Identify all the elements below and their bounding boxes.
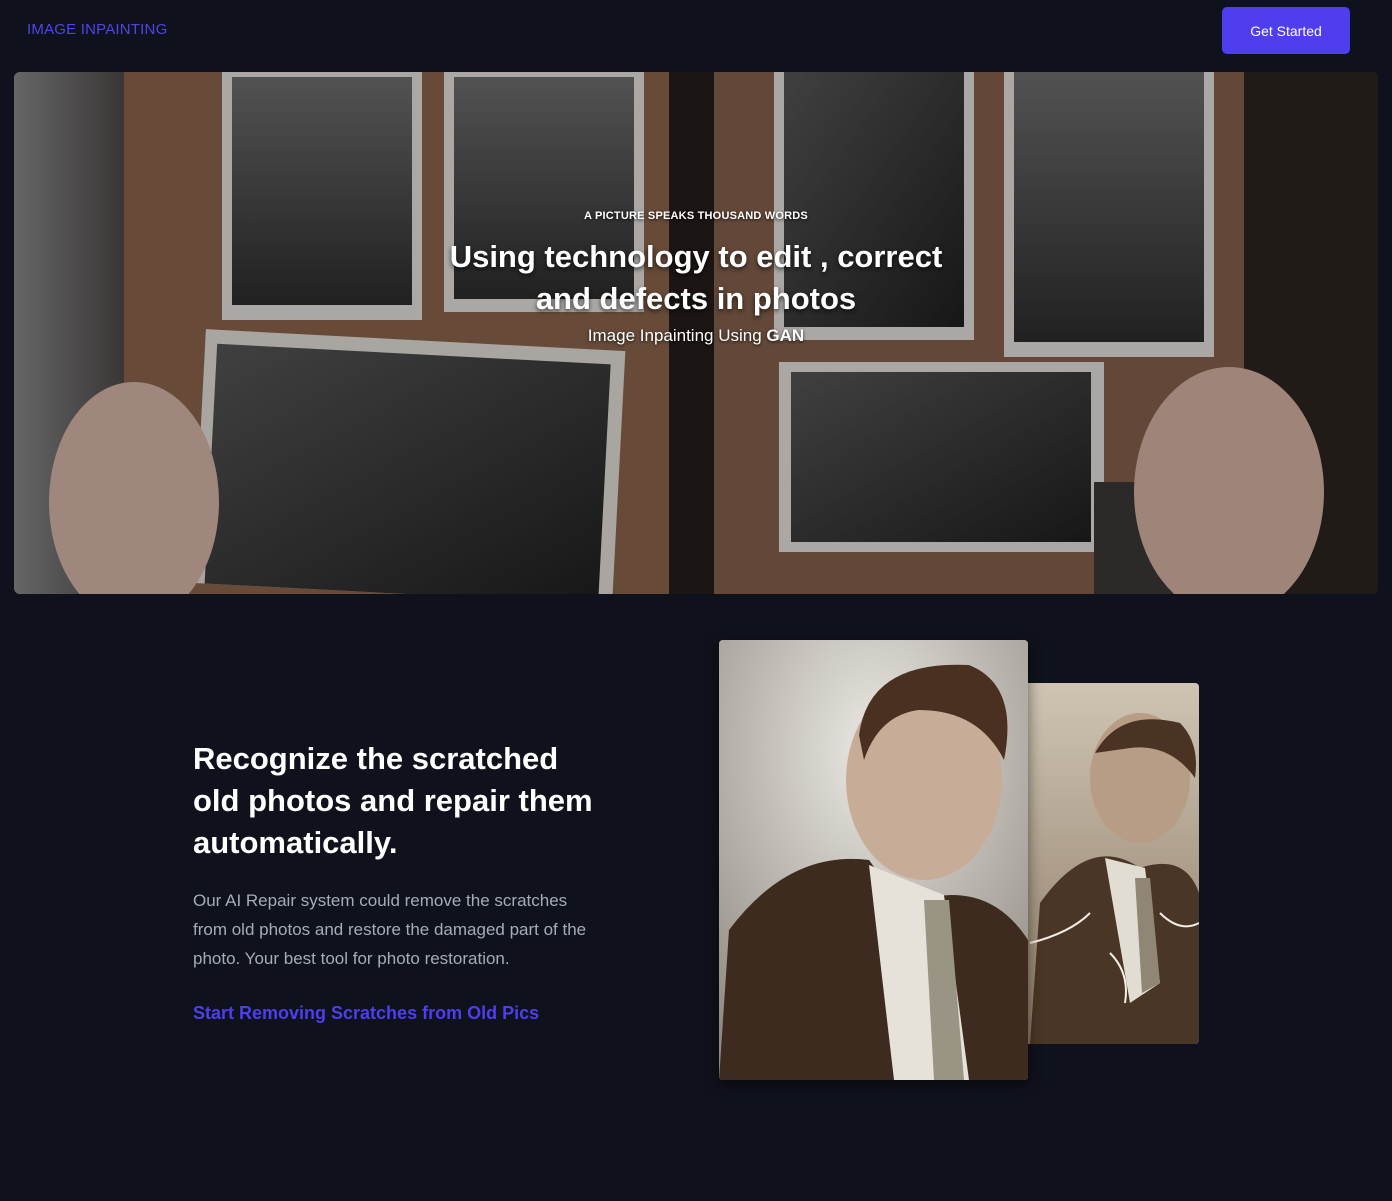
feature-desc-line2: from old photos and restore the damaged … bbox=[193, 920, 587, 939]
hero-subtitle-prefix: Image Inpainting Using bbox=[587, 326, 767, 345]
top-nav: IMAGE INPAINTING Get Started bbox=[0, 0, 1392, 62]
hero-subtitle: Image Inpainting Using GAN bbox=[14, 326, 1378, 346]
get-started-button[interactable]: Get Started bbox=[1222, 7, 1350, 54]
start-removing-scratches-link[interactable]: Start Removing Scratches from Old Pics bbox=[193, 1003, 613, 1024]
feature-title-line1: Recognize the scratched bbox=[193, 741, 559, 776]
feature-title-line2: old photos and repair them bbox=[193, 783, 593, 818]
hero-banner: A PICTURE SPEAKS THOUSAND WORDS Using te… bbox=[14, 72, 1378, 594]
brand-logo-link[interactable]: IMAGE INPAINTING bbox=[27, 21, 167, 38]
feature-desc-line1: Our AI Repair system could remove the sc… bbox=[193, 891, 568, 910]
restored-portrait-image bbox=[719, 640, 1028, 1080]
hero-title-line1: Using technology to edit , correct bbox=[449, 239, 943, 274]
hero-title-line2: and defects in photos bbox=[535, 281, 857, 316]
hero-eyebrow: A PICTURE SPEAKS THOUSAND WORDS bbox=[584, 210, 808, 222]
hero-text-block: A PICTURE SPEAKS THOUSAND WORDS Using te… bbox=[14, 210, 1378, 346]
scratched-portrait-image bbox=[1010, 683, 1199, 1044]
feature-desc-line3: photo. Your best tool for photo restorat… bbox=[193, 949, 510, 968]
feature-description: Our AI Repair system could remove the sc… bbox=[193, 886, 613, 973]
feature-title: Recognize the scratched old photos and r… bbox=[193, 738, 613, 864]
feature-title-line3: automatically. bbox=[193, 825, 398, 860]
hero-subtitle-emphasis: GAN bbox=[766, 326, 805, 345]
hero-title: Using technology to edit , correct and d… bbox=[14, 236, 1378, 320]
feature-text-block: Recognize the scratched old photos and r… bbox=[193, 738, 613, 1024]
